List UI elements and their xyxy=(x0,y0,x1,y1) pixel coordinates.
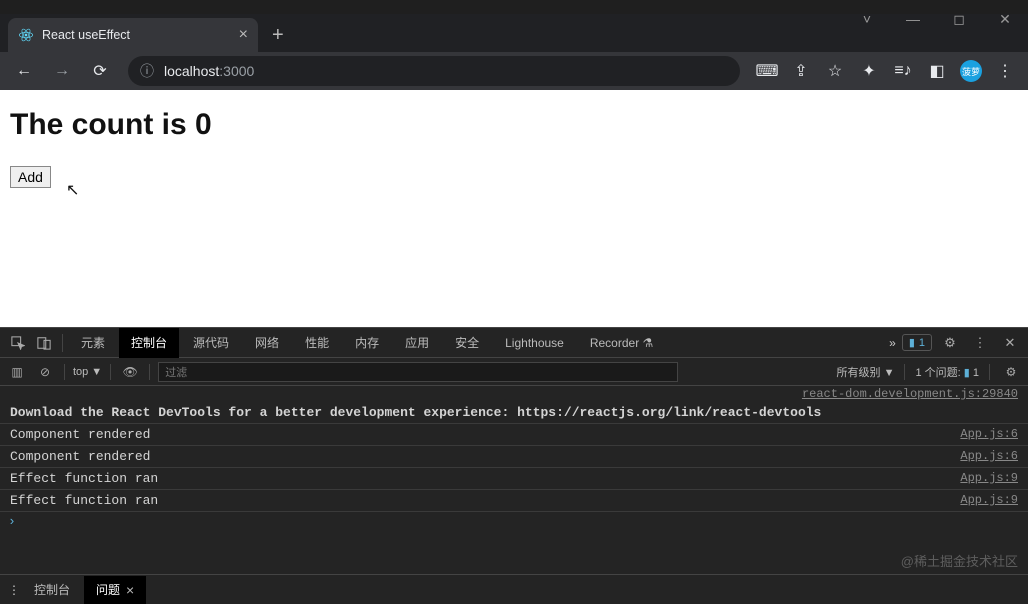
watermark: @稀土掘金技术社区 xyxy=(901,551,1018,570)
device-toolbar-icon[interactable] xyxy=(32,331,56,355)
issues-summary[interactable]: 1 个问题: ▮ 1 xyxy=(915,364,979,380)
drawer-menu-icon[interactable]: ⋮ xyxy=(8,583,20,597)
tab-performance[interactable]: 性能 xyxy=(293,328,341,358)
close-tab-icon[interactable]: × xyxy=(239,26,248,44)
close-devtools-icon[interactable]: ✕ xyxy=(998,331,1022,355)
profile-avatar[interactable]: 菠萝 xyxy=(956,60,986,82)
console-row: Effect function ranApp.js:9 xyxy=(0,490,1028,512)
url-port: :3000 xyxy=(219,63,254,79)
share-icon[interactable]: ⇪ xyxy=(786,61,816,81)
clear-console-icon[interactable]: ⊘ xyxy=(34,361,56,383)
new-tab-button[interactable]: + xyxy=(258,18,298,52)
page-heading: The count is 0 xyxy=(10,108,1018,142)
url-input[interactable]: ⓘ localhost:3000 xyxy=(128,56,740,86)
react-favicon-icon xyxy=(18,27,34,43)
close-drawer-tab-icon[interactable]: × xyxy=(120,582,134,598)
tab-elements[interactable]: 元素 xyxy=(69,328,117,358)
tab-title: React useEffect xyxy=(42,28,130,42)
console-row: Component renderedApp.js:6 xyxy=(0,446,1028,468)
maximize-icon[interactable]: ◻ xyxy=(936,11,982,28)
back-button[interactable]: ← xyxy=(8,55,40,87)
tab-security[interactable]: 安全 xyxy=(443,328,491,358)
more-tabs-icon[interactable]: » xyxy=(889,336,896,350)
close-window-icon[interactable]: ✕ xyxy=(982,11,1028,28)
inspect-element-icon[interactable] xyxy=(6,331,30,355)
tab-recorder[interactable]: Recorder ⚗ xyxy=(578,328,665,358)
console-source-link[interactable]: react-dom.development.js:29840 xyxy=(0,386,1028,402)
url-host: localhost xyxy=(164,63,219,79)
page-content: The count is 0 Add ↖ xyxy=(0,90,1028,327)
console-prompt[interactable]: › xyxy=(0,512,1028,531)
address-bar: ← → ⟳ ⓘ localhost:3000 ⌨ ⇪ ☆ ✦ ≡♪ ◧ 菠萝 ⋮ xyxy=(0,52,1028,90)
console-row: Download the React DevTools for a better… xyxy=(0,402,1028,424)
browser-tab[interactable]: React useEffect × xyxy=(8,18,258,52)
media-icon[interactable]: ≡♪ xyxy=(888,62,918,80)
site-info-icon[interactable]: ⓘ xyxy=(140,61,154,81)
forward-button[interactable]: → xyxy=(46,55,78,87)
tab-console[interactable]: 控制台 xyxy=(119,328,179,358)
console-row: Component renderedApp.js:6 xyxy=(0,424,1028,446)
reload-button[interactable]: ⟳ xyxy=(84,55,116,87)
kebab-menu-icon[interactable]: ⋮ xyxy=(968,331,992,355)
menu-icon[interactable]: ⋮ xyxy=(990,61,1020,81)
bookmark-icon[interactable]: ☆ xyxy=(820,61,850,81)
console-row: Effect function ranApp.js:9 xyxy=(0,468,1028,490)
issues-badge[interactable]: ▮ 1 xyxy=(902,334,932,351)
toolbar-actions: ⌨ ⇪ ☆ ✦ ≡♪ ◧ 菠萝 ⋮ xyxy=(752,60,1020,82)
source-link[interactable]: App.js:6 xyxy=(960,449,1018,464)
live-expression-icon[interactable]: 👁 xyxy=(119,361,141,383)
console-filter-input[interactable]: 过滤 xyxy=(158,362,678,382)
source-link[interactable]: App.js:6 xyxy=(960,427,1018,442)
chevron-down-icon[interactable]: ˅ xyxy=(844,11,890,27)
devtools-tabs: 元素 控制台 源代码 网络 性能 内存 应用 安全 Lighthouse Rec… xyxy=(0,328,1028,358)
add-button[interactable]: Add xyxy=(10,166,51,188)
console-sidebar-toggle-icon[interactable]: ▥ xyxy=(6,361,28,383)
react-devtools-link[interactable]: https://reactjs.org/link/react-devtools xyxy=(517,405,821,420)
side-panel-icon[interactable]: ◧ xyxy=(922,61,952,81)
extensions-icon[interactable]: ✦ xyxy=(854,61,884,81)
translate-icon[interactable]: ⌨ xyxy=(752,61,782,81)
cursor-icon: ↖ xyxy=(66,180,1028,200)
settings-icon[interactable]: ⚙ xyxy=(938,331,962,355)
source-link[interactable]: App.js:9 xyxy=(960,471,1018,486)
tab-network[interactable]: 网络 xyxy=(243,328,291,358)
log-levels-select[interactable]: 所有级别 ▼ xyxy=(837,364,895,380)
drawer-tab-console[interactable]: 控制台 xyxy=(22,576,82,604)
tab-lighthouse[interactable]: Lighthouse xyxy=(493,328,576,358)
tab-application[interactable]: 应用 xyxy=(393,328,441,358)
minimize-icon[interactable]: — xyxy=(890,11,936,27)
console-settings-icon[interactable]: ⚙ xyxy=(1000,361,1022,383)
source-link[interactable]: App.js:9 xyxy=(960,493,1018,508)
tab-memory[interactable]: 内存 xyxy=(343,328,391,358)
drawer-tab-issues[interactable]: 问题× xyxy=(84,576,146,604)
console-output: react-dom.development.js:29840 Download … xyxy=(0,386,1028,574)
tab-sources[interactable]: 源代码 xyxy=(181,328,241,358)
devtools-drawer: ⋮ 控制台 问题× xyxy=(0,574,1028,604)
devtools-panel: 元素 控制台 源代码 网络 性能 内存 应用 安全 Lighthouse Rec… xyxy=(0,327,1028,604)
window-controls: ˅ — ◻ ✕ xyxy=(844,0,1028,38)
console-toolbar: ▥ ⊘ top ▼ 👁 过滤 所有级别 ▼ 1 个问题: ▮ 1 ⚙ xyxy=(0,358,1028,386)
execution-context-select[interactable]: top ▼ xyxy=(73,366,102,378)
